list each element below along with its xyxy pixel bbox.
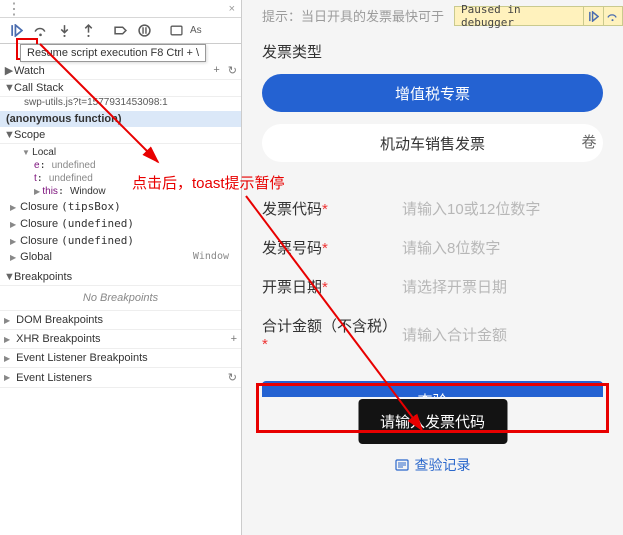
devtools-pane: ⋮ × <box>0 0 242 535</box>
step-out-button[interactable] <box>76 20 100 42</box>
scope-var[interactable]: e: undefined <box>0 159 241 172</box>
async-label: As <box>190 25 202 36</box>
placeholder: 请输入合计金额 <box>402 324 603 345</box>
close-icon[interactable]: × <box>229 3 235 15</box>
async-toggle[interactable] <box>164 20 188 42</box>
deactivate-breakpoints-button[interactable] <box>108 20 132 42</box>
debugger-toolbar: As <box>0 18 241 44</box>
field-invoice-code[interactable]: 发票代码* 请输入10或12位数字 <box>262 198 603 219</box>
event-listener-breakpoints-section[interactable]: Event Listener Breakpoints <box>0 349 241 368</box>
history-link[interactable]: 查验记录 <box>262 455 603 475</box>
chevron-down-icon: ▼ <box>4 82 14 94</box>
invoice-type-title: 发票类型 <box>262 41 603 62</box>
refresh-icon[interactable]: ↻ <box>228 64 237 77</box>
watch-section[interactable]: ▶ Watch +↻ <box>0 62 241 80</box>
scope-closure[interactable]: Closure (tipsBox) <box>0 198 241 215</box>
stack-frame[interactable]: (anonymous function) <box>0 111 241 127</box>
toast: 请输入发票代码 <box>358 399 507 444</box>
chevron-down-icon: ▼ <box>4 129 14 141</box>
scope-closure[interactable]: Closure (undefined) <box>0 232 241 249</box>
placeholder: 请选择开票日期 <box>402 276 603 297</box>
chevron-down-icon: ▼ <box>4 271 14 283</box>
stack-frame-source[interactable]: swp-utils.js?t=1577931453098:1 <box>0 97 241 111</box>
overlay-step-button[interactable] <box>603 7 622 25</box>
placeholder: 请输入8位数字 <box>402 237 603 258</box>
pause-exceptions-button[interactable] <box>132 20 156 42</box>
field-invoice-date[interactable]: 开票日期* 请选择开票日期 <box>262 276 603 297</box>
breakpoints-section[interactable]: ▼ Breakpoints <box>0 269 241 286</box>
tab-vehicle[interactable]: 机动车销售发票卷 <box>262 124 603 162</box>
preview-page: 提示：当日开具的发票最快可于 发票类型 增值税专票 机动车销售发票卷 发票代码*… <box>242 0 623 535</box>
devtools-tabstrip: ⋮ × <box>0 0 241 18</box>
add-icon[interactable]: + <box>213 64 219 77</box>
scope-var[interactable]: t: undefined <box>0 172 241 185</box>
xhr-breakpoints-section[interactable]: XHR Breakpoints+ <box>0 330 241 349</box>
add-icon[interactable]: + <box>231 333 237 345</box>
event-listeners-section[interactable]: Event Listeners↻ <box>0 368 241 388</box>
step-into-button[interactable] <box>52 20 76 42</box>
field-invoice-number[interactable]: 发票号码* 请输入8位数字 <box>262 237 603 258</box>
call-stack-section[interactable]: ▼ Call Stack <box>0 80 241 97</box>
scope-section[interactable]: ▼ Scope <box>0 127 241 144</box>
scope-var[interactable]: ▶ this: Window <box>0 185 241 198</box>
resume-tooltip: Resume script execution F8 Ctrl + \ <box>20 44 206 62</box>
tab-vat[interactable]: 增值税专票 <box>262 74 603 112</box>
scope-closure[interactable]: Closure (undefined) <box>0 215 241 232</box>
breakpoints-empty: No Breakpoints <box>0 286 241 311</box>
refresh-icon[interactable]: ↻ <box>228 371 237 384</box>
overlay-resume-button[interactable] <box>583 7 602 25</box>
placeholder: 请输入10或12位数字 <box>402 198 603 219</box>
field-invoice-amount[interactable]: 合计金额（不含税）* 请输入合计金额 <box>262 315 603 353</box>
resume-button[interactable] <box>4 20 28 42</box>
chevron-down-icon: ▼ <box>22 148 32 157</box>
chevron-right-icon: ▶ <box>4 64 14 77</box>
scope-global[interactable]: GlobalWindow <box>0 249 241 265</box>
step-over-button[interactable] <box>28 20 52 42</box>
dom-breakpoints-section[interactable]: DOM Breakpoints <box>0 311 241 330</box>
list-icon <box>395 458 409 472</box>
overflow-icon[interactable]: ⋮ <box>6 0 21 19</box>
paused-overlay: Paused in debugger <box>454 6 623 26</box>
tab-next[interactable]: 卷 <box>575 124 603 174</box>
